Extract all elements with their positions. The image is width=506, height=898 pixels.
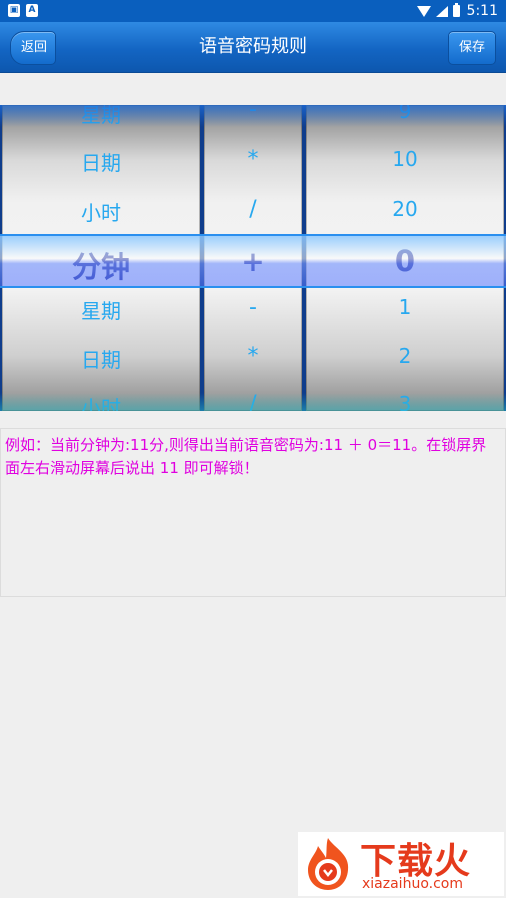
picker-item[interactable]: 1 xyxy=(306,295,504,319)
app-notification-icon: ▣ xyxy=(8,4,20,17)
picker-item[interactable]: 星期 xyxy=(2,295,200,324)
picker-item[interactable]: 小时 xyxy=(2,392,200,411)
picker-item[interactable]: 20 xyxy=(306,197,504,221)
back-button[interactable]: 返回 xyxy=(10,31,57,65)
example-panel: 例如：当前分钟为:11分,则得出当前语音密码为:11 ＋ 0＝11。在锁屏界面左… xyxy=(0,428,506,597)
picker-item[interactable]: / xyxy=(204,197,302,222)
picker-item[interactable]: 10 xyxy=(306,147,504,171)
page-title: 语音密码规则 xyxy=(199,36,307,57)
picker-item[interactable]: * xyxy=(204,147,302,172)
picker-item[interactable]: 星期 xyxy=(2,105,200,128)
picker-item[interactable]: 2 xyxy=(306,344,504,368)
save-button[interactable]: 保存 xyxy=(448,31,496,65)
picker-item[interactable]: - xyxy=(204,105,302,122)
wifi-icon xyxy=(416,5,431,17)
password-rule-picker: 星期 日期 小时 分钟 星期 日期 小时 - * / + - * / 9 10 … xyxy=(0,105,506,411)
status-time: 5:11 xyxy=(466,3,498,19)
picker-column-time-unit[interactable]: 星期 日期 小时 分钟 星期 日期 小时 xyxy=(2,105,200,411)
signal-icon xyxy=(435,5,448,17)
a-notification-icon: A xyxy=(26,4,38,17)
picker-column-operator[interactable]: - * / + - * / xyxy=(204,105,302,411)
picker-item[interactable]: 日期 xyxy=(2,344,200,373)
picker-item-selected[interactable]: 0 xyxy=(306,244,504,278)
battery-icon xyxy=(452,3,460,17)
watermark-en: xiazaihuo.com xyxy=(362,876,463,892)
picker-column-number[interactable]: 9 10 20 0 1 2 3 xyxy=(306,105,504,411)
picker-item-selected[interactable]: 分钟 xyxy=(2,244,200,286)
example-text: 例如：当前分钟为:11分,则得出当前语音密码为:11 ＋ 0＝11。在锁屏界面左… xyxy=(5,436,487,477)
picker-item[interactable]: 小时 xyxy=(2,197,200,226)
status-bar: ▣ A 5:11 xyxy=(0,0,506,22)
watermark-logo: 下载火 xiazaihuo.com xyxy=(298,832,504,896)
flame-logo-icon xyxy=(308,838,349,890)
picker-item[interactable]: - xyxy=(204,295,302,320)
title-bar: 语音密码规则 返回 保存 xyxy=(0,22,506,73)
picker-item[interactable]: 日期 xyxy=(2,147,200,176)
picker-item[interactable]: 3 xyxy=(306,392,504,411)
picker-item-selected[interactable]: + xyxy=(204,245,302,278)
picker-item[interactable]: / xyxy=(204,392,302,411)
picker-item[interactable]: * xyxy=(204,344,302,369)
picker-item[interactable]: 9 xyxy=(306,105,504,123)
